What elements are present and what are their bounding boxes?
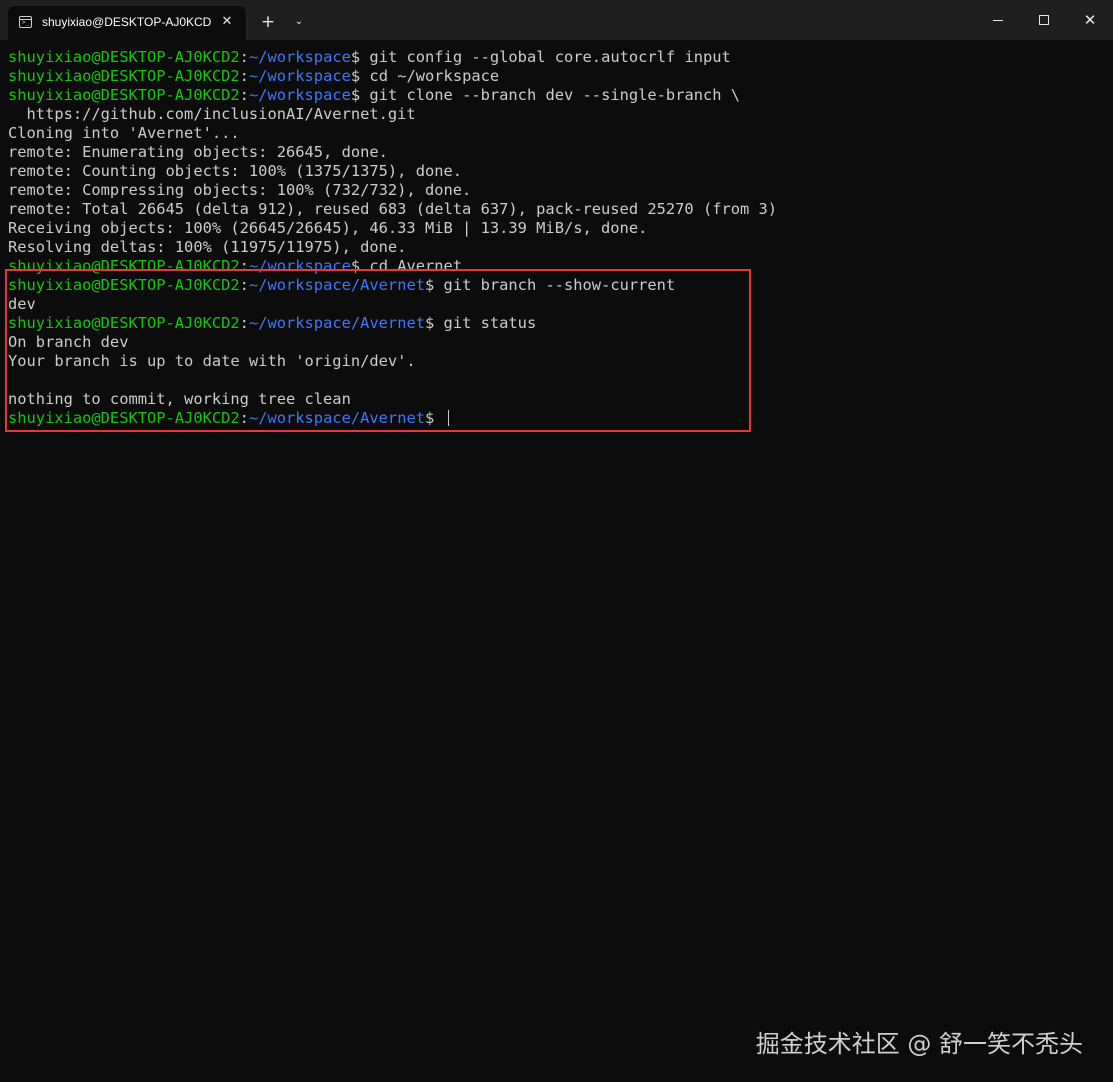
prompt-separator: : <box>239 67 249 85</box>
output-line: Resolving deltas: 100% (11975/11975), do… <box>8 238 1103 257</box>
command-text: git clone --branch dev --single-branch \ <box>360 86 741 104</box>
prompt-line: shuyixiao@DESKTOP-AJ0KCD2:~/workspace$ c… <box>8 67 1103 86</box>
command-text: cd ~/workspace <box>360 67 500 85</box>
close-window-button[interactable]: ✕ <box>1067 0 1113 40</box>
prompt-path: ~/workspace <box>248 257 351 275</box>
prompt-separator: : <box>239 409 249 427</box>
output-line: Cloning into 'Avernet'... <box>8 124 1103 143</box>
prompt-line: shuyixiao@DESKTOP-AJ0KCD2:~/workspace$ c… <box>8 257 1103 276</box>
prompt-user: shuyixiao@DESKTOP-AJ0KCD2 <box>8 276 240 294</box>
prompt-path: ~/workspace <box>248 67 351 85</box>
prompt-user: shuyixiao@DESKTOP-AJ0KCD2 <box>8 314 240 332</box>
prompt-path: ~/workspace/Avernet <box>248 409 425 427</box>
prompt-separator: : <box>239 276 249 294</box>
prompt-user: shuyixiao@DESKTOP-AJ0KCD2 <box>8 257 240 275</box>
tab-title: shuyixiao@DESKTOP-AJ0KCD2 <box>42 15 212 29</box>
prompt-line: shuyixiao@DESKTOP-AJ0KCD2:~/workspace/Av… <box>8 314 1103 333</box>
output-line: remote: Counting objects: 100% (1375/137… <box>8 162 1103 181</box>
output-text: remote: Counting objects: 100% (1375/137… <box>8 162 463 180</box>
maximize-button[interactable] <box>1021 0 1067 40</box>
command-text <box>434 409 443 427</box>
command-text: git status <box>434 314 537 332</box>
prompt-line: shuyixiao@DESKTOP-AJ0KCD2:~/workspace$ g… <box>8 48 1103 67</box>
output-text: Cloning into 'Avernet'... <box>8 124 240 142</box>
output-line: On branch dev <box>8 333 1103 352</box>
output-line: remote: Compressing objects: 100% (732/7… <box>8 181 1103 200</box>
output-line: Your branch is up to date with 'origin/d… <box>8 352 1103 371</box>
output-text: Receiving objects: 100% (26645/26645), 4… <box>8 219 648 237</box>
output-line: https://github.com/inclusionAI/Avernet.g… <box>8 105 1103 124</box>
prompt-symbol: $ <box>350 257 361 275</box>
watermark: 掘金技术社区 @ 舒一笑不秃头 <box>755 1030 1083 1058</box>
prompt-user: shuyixiao@DESKTOP-AJ0KCD2 <box>8 409 240 427</box>
terminal-tab[interactable]: >_ shuyixiao@DESKTOP-AJ0KCD2 ✕ <box>8 6 246 40</box>
prompt-user: shuyixiao@DESKTOP-AJ0KCD2 <box>8 86 240 104</box>
minimize-button[interactable] <box>975 0 1021 40</box>
prompt-separator: : <box>239 314 249 332</box>
prompt-path: ~/workspace <box>248 48 351 66</box>
prompt-symbol: $ <box>350 67 361 85</box>
output-line: remote: Enumerating objects: 26645, done… <box>8 143 1103 162</box>
output-text: dev <box>8 295 36 313</box>
output-text: On branch dev <box>8 333 129 351</box>
prompt-user: shuyixiao@DESKTOP-AJ0KCD2 <box>8 67 240 85</box>
prompt-path: ~/workspace/Avernet <box>248 314 425 332</box>
terminal-icon: >_ <box>19 16 32 28</box>
new-tab-button[interactable]: + <box>256 10 280 34</box>
output-text: remote: Total 26645 (delta 912), reused … <box>8 200 778 218</box>
output-line: remote: Total 26645 (delta 912), reused … <box>8 200 1103 219</box>
output-text: https://github.com/inclusionAI/Avernet.g… <box>8 105 416 123</box>
terminal-output[interactable]: shuyixiao@DESKTOP-AJ0KCD2:~/workspace$ g… <box>8 48 1103 428</box>
output-line: nothing to commit, working tree clean <box>8 390 1103 409</box>
prompt-line: shuyixiao@DESKTOP-AJ0KCD2:~/workspace/Av… <box>8 276 1103 295</box>
command-text: git config --global core.autocrlf input <box>360 48 731 66</box>
maximize-icon <box>1039 15 1049 25</box>
minimize-icon <box>993 20 1003 21</box>
prompt-symbol: $ <box>350 86 361 104</box>
prompt-symbol: $ <box>425 314 435 332</box>
command-text: git branch --show-current <box>434 276 676 294</box>
prompt-symbol: $ <box>425 276 435 294</box>
prompt-separator: : <box>239 48 249 66</box>
output-text: remote: Compressing objects: 100% (732/7… <box>8 181 472 199</box>
terminal-window: >_ shuyixiao@DESKTOP-AJ0KCD2 ✕ + ⌄ ✕ shu… <box>0 0 1113 1082</box>
output-line: Receiving objects: 100% (26645/26645), 4… <box>8 219 1103 238</box>
output-text: nothing to commit, working tree clean <box>8 390 351 408</box>
prompt-symbol: $ <box>350 48 361 66</box>
tab-close-icon[interactable]: ✕ <box>216 11 238 33</box>
output-text: Resolving deltas: 100% (11975/11975), do… <box>8 238 407 256</box>
output-text: Your branch is up to date with 'origin/d… <box>8 352 416 370</box>
tab-bar: >_ shuyixiao@DESKTOP-AJ0KCD2 ✕ + ⌄ ✕ <box>0 0 1113 40</box>
prompt-separator: : <box>239 86 249 104</box>
command-text: cd Avernet <box>360 257 463 275</box>
prompt-path: ~/workspace/Avernet <box>248 276 425 294</box>
prompt-line: shuyixiao@DESKTOP-AJ0KCD2:~/workspace/Av… <box>8 409 1103 428</box>
prompt-separator: : <box>239 257 249 275</box>
output-text: remote: Enumerating objects: 26645, done… <box>8 143 388 161</box>
prompt-symbol: $ <box>425 409 435 427</box>
prompt-user: shuyixiao@DESKTOP-AJ0KCD2 <box>8 48 240 66</box>
prompt-path: ~/workspace <box>248 86 351 104</box>
tab-dropdown-chevron-icon[interactable]: ⌄ <box>288 10 310 34</box>
output-line: dev <box>8 295 1103 314</box>
text-cursor <box>447 410 449 426</box>
prompt-line: shuyixiao@DESKTOP-AJ0KCD2:~/workspace$ g… <box>8 86 1103 105</box>
